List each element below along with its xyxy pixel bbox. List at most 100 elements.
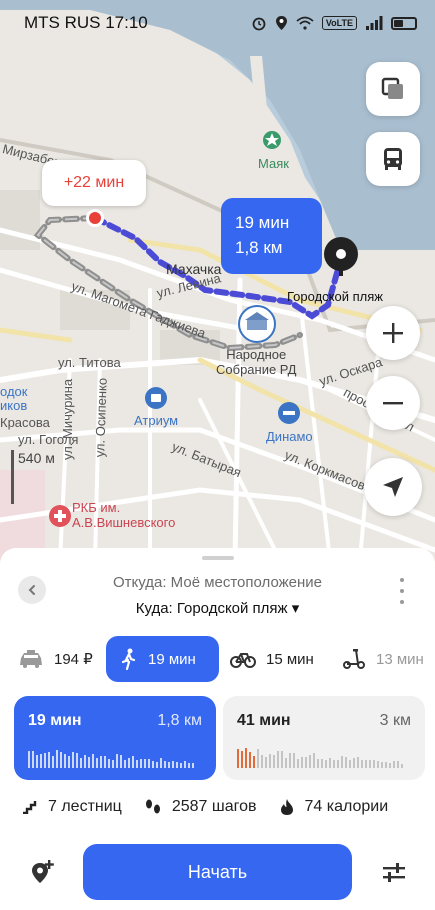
route-settings-button[interactable] (382, 862, 406, 889)
sliders-icon (383, 863, 405, 882)
elevation-bar (28, 751, 30, 768)
flame-icon (280, 799, 293, 815)
elevation-bar (357, 757, 359, 768)
map-scale-label: 540 м (18, 450, 55, 466)
minus-icon (383, 402, 403, 405)
taxi-icon (20, 650, 42, 668)
route-card-1-distance: 1,8 км (157, 712, 202, 729)
elevation-bar (88, 757, 90, 768)
place-label-makhachkala: Махачка (166, 261, 222, 277)
mode-scooter-label: 13 мин (376, 650, 424, 668)
elevation-bar (184, 761, 186, 768)
elevation-bar (144, 759, 146, 768)
elevation-bar (385, 762, 387, 768)
street-label-titova: ул. Титова (58, 355, 121, 370)
layers-button[interactable] (366, 62, 420, 116)
more-options-button[interactable] (396, 578, 408, 604)
street-label-nikov: иков (0, 398, 28, 413)
layers-icon (381, 77, 403, 99)
elevation-bar (389, 763, 391, 768)
zoom-out-button[interactable] (366, 376, 420, 430)
elevation-bar (48, 752, 50, 768)
elevation-bar (152, 761, 154, 768)
elevation-bar (365, 760, 367, 768)
locate-me-button[interactable] (364, 458, 422, 516)
mode-bicycle[interactable]: 15 мин (230, 636, 314, 682)
elevation-bar (160, 758, 162, 768)
mode-taxi[interactable]: 194 ₽ (18, 636, 93, 682)
elevation-bar (237, 749, 239, 768)
elevation-bar (317, 759, 319, 768)
street-label-godok: одок (0, 384, 28, 399)
elevation-bar (381, 762, 383, 768)
bus-icon (384, 148, 402, 170)
elevation-bar (281, 751, 283, 768)
add-waypoint-button[interactable] (28, 858, 56, 891)
elevation-bar (321, 759, 323, 768)
elevation-bar (80, 758, 82, 768)
elevation-bar (313, 753, 315, 768)
elevation-bar (329, 758, 331, 768)
elevation-bar (333, 760, 335, 768)
add-pin-icon (32, 860, 54, 883)
elevation-bar (52, 756, 54, 768)
bicycle-icon (230, 653, 256, 668)
elevation-bar (132, 756, 134, 768)
elevation-bar (136, 760, 138, 768)
elevation-chart-1 (28, 746, 194, 768)
mode-walk[interactable]: 19 мин (106, 636, 219, 682)
elevation-bar (273, 755, 275, 768)
alarm-icon (252, 17, 266, 31)
map[interactable]: Мирзабек ул. Магомета Гаджиева ул. Левин… (0, 0, 435, 560)
route-card-2-time: 41 мин (237, 712, 291, 729)
delay-bubble-text: +22 мин (63, 174, 125, 191)
elevation-bar (36, 755, 38, 768)
elevation-bar (361, 760, 363, 768)
route-card-2[interactable]: 41 мин 3 км (223, 696, 425, 780)
elevation-bar (32, 751, 34, 768)
elevation-bar (261, 755, 263, 768)
route-to[interactable]: Куда: Городской пляж ▾ (60, 599, 375, 617)
elevation-bar (60, 752, 62, 768)
stairs-icon (23, 801, 37, 814)
status-icons: VoLTE (251, 15, 417, 31)
route-sheet: Откуда: Моё местоположение Куда: Городск… (0, 548, 435, 910)
stat-steps: 2587 шагов (144, 798, 257, 816)
signal-icon (366, 16, 383, 30)
elevation-bar (140, 759, 142, 768)
street-label-gogolya: ул. Гоголя (18, 432, 79, 447)
elevation-bar (337, 760, 339, 768)
route-from[interactable]: Откуда: Моё местоположение (60, 574, 375, 591)
elevation-bar (309, 755, 311, 768)
walk-icon (121, 648, 136, 670)
chevron-left-icon (28, 585, 35, 595)
route-card-1[interactable]: 19 мин 1,8 км (14, 696, 216, 780)
start-button[interactable]: Начать (83, 844, 352, 900)
place-label-atrium: Атриум (134, 413, 179, 428)
elevation-bar (148, 759, 150, 768)
elevation-bar (176, 762, 178, 768)
elevation-bar (100, 756, 102, 768)
back-button[interactable] (18, 576, 46, 604)
route-bubble[interactable]: 19 мин 1,8 км (221, 198, 322, 274)
elevation-bar (116, 754, 118, 768)
sheet-handle[interactable] (202, 556, 234, 560)
elevation-bar (249, 752, 251, 768)
elevation-bar (56, 750, 58, 768)
elevation-bar (168, 762, 170, 768)
elevation-bar (301, 757, 303, 768)
stat-calories: 74 калории (279, 798, 388, 816)
scooter-icon (343, 649, 365, 669)
mode-scooter[interactable]: 13 мин (342, 636, 424, 682)
elevation-bar (341, 756, 343, 768)
elevation-bar (92, 754, 94, 768)
zoom-in-button[interactable] (366, 306, 420, 360)
elevation-bar (84, 755, 86, 768)
transit-button[interactable] (366, 132, 420, 186)
elevation-bar (373, 760, 375, 768)
elevation-bar (393, 761, 395, 768)
delay-bubble[interactable]: +22 мин (42, 160, 146, 206)
elevation-bar (285, 758, 287, 768)
route-stats: 7 лестниц 2587 шагов 74 калории (22, 798, 410, 816)
street-label-osipenko: ул. Осипенко (92, 377, 110, 458)
